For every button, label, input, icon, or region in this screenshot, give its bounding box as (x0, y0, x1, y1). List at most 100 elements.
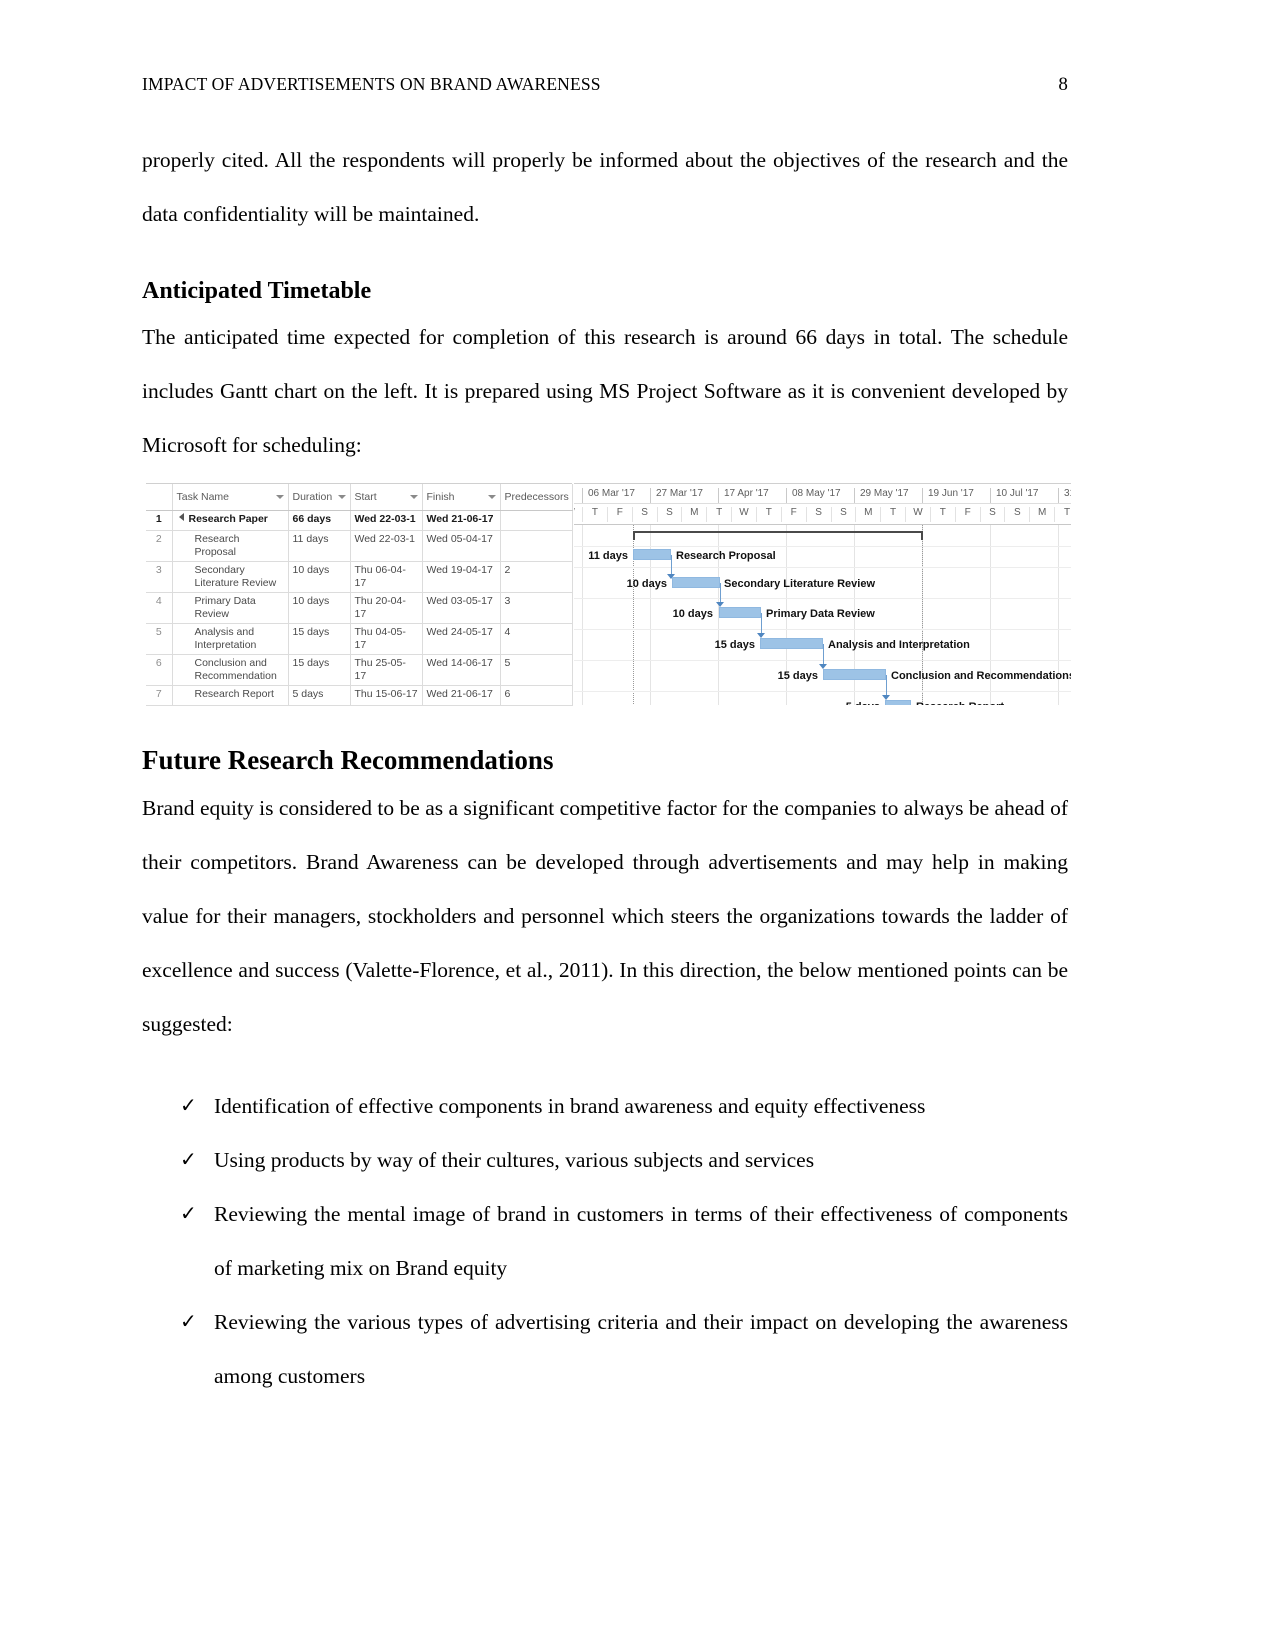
cell-task-name: Research Paper (172, 510, 289, 531)
cell-start: Wed 22-03-1 (350, 510, 423, 531)
day-tick-label: F (606, 507, 632, 522)
list-item: ✓ Reviewing the mental image of brand in… (142, 1187, 1068, 1295)
cell-task-name: Conclusion and Recommendation (172, 654, 289, 686)
table-row[interactable]: 6 Conclusion and Recommendation 15 days … (146, 654, 573, 686)
column-header-start[interactable]: Start (350, 484, 423, 511)
gridline (574, 546, 1071, 547)
day-tick-label: T (880, 507, 905, 522)
bar-duration-label: 15 days (714, 639, 755, 651)
paragraph-anticipated-timetable: The anticipated time expected for comple… (142, 325, 1068, 457)
chevron-down-icon[interactable] (409, 495, 418, 499)
cell-task-name: Research Report (172, 685, 289, 706)
cell-predecessors: 6 (500, 685, 573, 706)
table-row[interactable]: 1 Research Paper 66 days Wed 22-03-1 Wed… (146, 510, 573, 531)
column-header-duration[interactable]: Duration (288, 484, 351, 511)
week-tick-label: 17 Apr '17 (718, 488, 769, 503)
table-row[interactable]: 7 Research Report 5 days Thu 15-06-17 We… (146, 685, 573, 706)
gantt-table-header-row: Task Name Duration Start Finish Predeces… (146, 484, 573, 511)
cell-task-name: Research Proposal (172, 530, 289, 562)
table-row[interactable]: 4 Primary Data Review 10 days Thu 20-04-… (146, 592, 573, 624)
day-tick-label: W (905, 507, 930, 522)
cell-predecessors (500, 510, 573, 531)
gantt-task-table: Task Name Duration Start Finish Predeces… (146, 483, 573, 706)
column-header-finish[interactable]: Finish (422, 484, 501, 511)
summary-bar-line (633, 531, 923, 533)
day-tick-label: S (631, 507, 657, 522)
section-anticipated-timetable: Anticipated Timetable The anticipated ti… (142, 276, 1068, 472)
cell-start: Thu 06-04-17 (350, 561, 423, 593)
running-head-title: IMPACT OF ADVERTISEMENTS ON BRAND AWAREN… (142, 74, 601, 94)
running-head: IMPACT OF ADVERTISEMENTS ON BRAND AWAREN… (142, 74, 1068, 96)
list-item-label: Identification of effective components i… (214, 1094, 926, 1118)
dependency-link (761, 613, 762, 634)
cell-task-name: Primary Data Review (172, 592, 289, 624)
list-item-label: Reviewing the various types of advertisi… (214, 1310, 1068, 1388)
cell-predecessors (500, 530, 573, 562)
page-number: 8 (1058, 74, 1068, 95)
gantt-bar[interactable] (885, 700, 911, 705)
row-number: 3 (146, 561, 173, 593)
cell-finish: Wed 24-05-17 (422, 623, 501, 655)
gantt-chart-figure: Task Name Duration Start Finish Predeces… (146, 483, 1071, 706)
day-tick-label: T (582, 507, 607, 522)
cell-start: Thu 04-05-17 (350, 623, 423, 655)
row-number: 7 (146, 685, 173, 706)
dependency-link (823, 644, 824, 665)
day-tick-label: M (855, 507, 880, 522)
cell-predecessors: 5 (500, 654, 573, 686)
cell-predecessors: 3 (500, 592, 573, 624)
table-row[interactable]: 3 Secondary Literature Review 10 days Th… (146, 561, 573, 593)
day-tick-label: S (1004, 507, 1029, 522)
gantt-bar[interactable] (823, 669, 886, 680)
gantt-bar[interactable] (760, 638, 823, 649)
gridline (574, 598, 1071, 599)
row-number: 2 (146, 530, 173, 562)
row-number: 4 (146, 592, 173, 624)
bar-task-label: Secondary Literature Review (724, 578, 876, 590)
paragraph-continuation: properly cited. All the respondents will… (142, 148, 1068, 226)
column-header-task-name[interactable]: Task Name (172, 484, 289, 511)
week-tick-label: 31 Jul '17 (1058, 488, 1071, 503)
chevron-down-icon[interactable] (275, 495, 284, 499)
day-tick-label: M (1029, 507, 1054, 522)
day-tick-label: S (979, 507, 1005, 522)
gridline (574, 567, 1071, 568)
day-tick-label: F (954, 507, 980, 522)
list-item: ✓ Reviewing the various types of adverti… (142, 1295, 1068, 1403)
document-page: IMPACT OF ADVERTISEMENTS ON BRAND AWAREN… (0, 0, 1275, 1651)
row-number-header (146, 484, 173, 511)
cell-duration: 10 days (288, 561, 351, 593)
list-item-label: Using products by way of their cultures,… (214, 1148, 815, 1172)
heading-anticipated-timetable: Anticipated Timetable (142, 278, 372, 304)
day-tick-label: W (574, 507, 582, 522)
collapse-triangle-icon[interactable] (178, 513, 184, 521)
chevron-down-icon[interactable] (337, 495, 346, 499)
table-row[interactable]: 5 Analysis and Interpretation 15 days Th… (146, 623, 573, 655)
chevron-down-icon[interactable] (487, 495, 496, 499)
gantt-timeline[interactable]: 06 Mar '17 27 Mar '17 17 Apr '17 08 May … (574, 483, 1071, 705)
cell-start: Thu 15-06-17 (350, 685, 423, 706)
gridline (574, 691, 1071, 692)
cell-start: Wed 22-03-1 (350, 530, 423, 562)
bar-duration-label: 5 days (826, 702, 880, 706)
cell-finish: Wed 14-06-17 (422, 654, 501, 686)
table-row[interactable]: 2 Research Proposal 11 days Wed 22-03-1 … (146, 530, 573, 562)
day-tick-label: T (706, 507, 731, 522)
cell-duration: 15 days (288, 623, 351, 655)
week-tick-label: 10 Jul '17 (990, 488, 1039, 503)
column-header-predecessors[interactable]: Predecessors (500, 484, 573, 511)
gantt-week-scale: 06 Mar '17 27 Mar '17 17 Apr '17 08 May … (574, 484, 1071, 503)
cell-finish: Wed 21-06-17 (422, 510, 501, 531)
gantt-bar-area[interactable]: 11 days Research Proposal 10 days Second… (574, 525, 1071, 705)
gantt-bar[interactable] (719, 607, 761, 618)
bar-duration-label: 11 days (588, 550, 628, 562)
gantt-bar[interactable] (633, 549, 671, 560)
bar-duration-label: 10 days (626, 578, 667, 590)
day-tick-label: T (755, 507, 781, 522)
checkmark-icon: ✓ (180, 1311, 197, 1333)
week-tick-label: 19 Jun '17 (922, 488, 974, 503)
day-tick-label: T (929, 507, 955, 522)
gantt-bar[interactable] (672, 577, 720, 588)
heading-future-research: Future Research Recommendations (142, 745, 554, 775)
cell-start: Thu 20-04-17 (350, 592, 423, 624)
